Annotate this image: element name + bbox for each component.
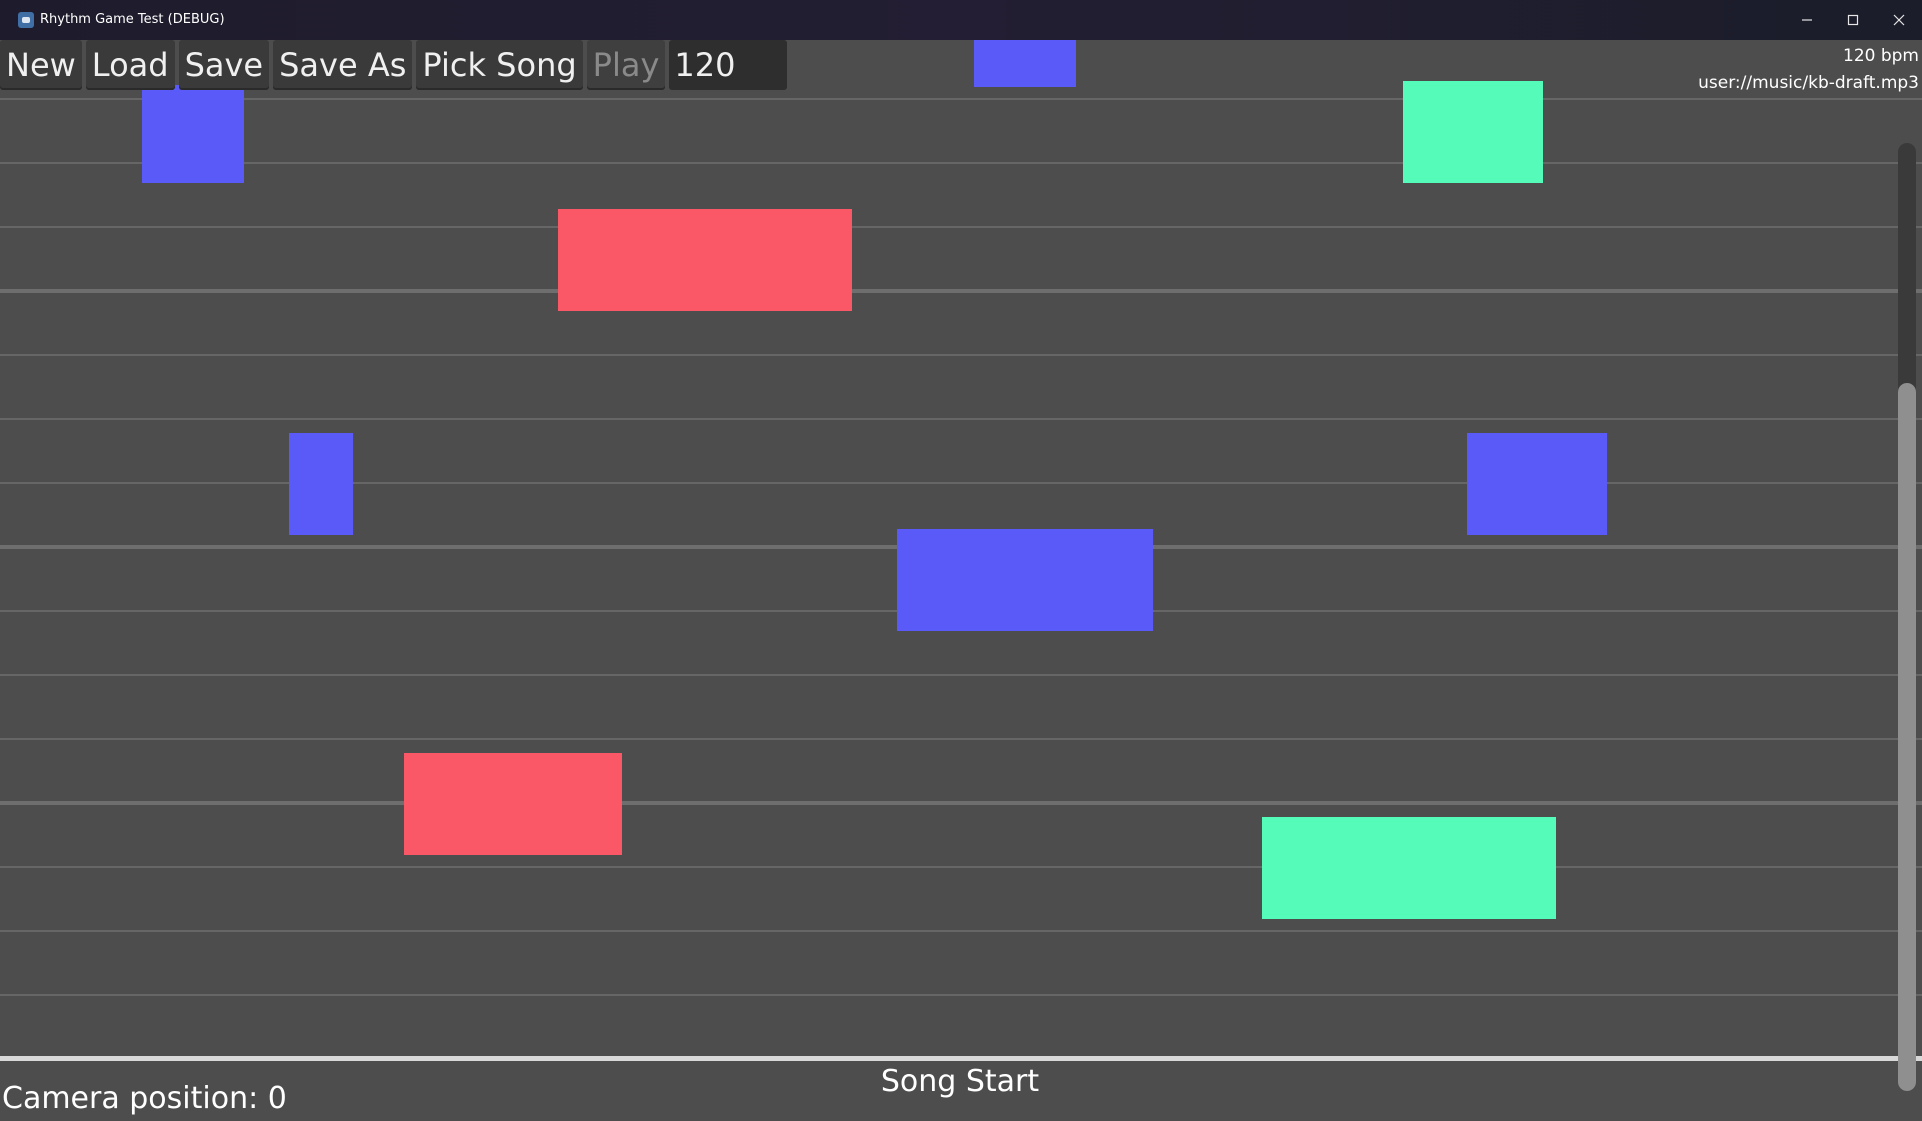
chart-editor-canvas[interactable]: Song Start Camera position: 0 120 bpm us… — [0, 40, 1922, 1121]
beat-line — [0, 674, 1922, 676]
bpm-readout: 120 bpm — [1843, 46, 1919, 66]
save-as-button[interactable]: Save As — [273, 40, 413, 90]
beat-line — [0, 354, 1922, 356]
note-green[interactable] — [1403, 81, 1543, 183]
app-icon — [18, 12, 34, 28]
beat-line — [0, 994, 1922, 996]
note-blue[interactable] — [142, 85, 244, 183]
toolbar: New Load Save Save As Pick Song Play 120 — [0, 40, 788, 90]
beat-line — [0, 418, 1922, 420]
beat-line — [0, 930, 1922, 932]
pick-song-button[interactable]: Pick Song — [416, 40, 583, 90]
measure-line — [0, 289, 1922, 293]
close-icon[interactable] — [1876, 0, 1922, 40]
song-start-label: Song Start — [880, 1064, 1040, 1099]
maximize-icon[interactable] — [1830, 0, 1876, 40]
window-title: Rhythm Game Test (DEBUG) — [40, 12, 225, 27]
note-blue[interactable] — [1467, 433, 1607, 535]
bpm-input[interactable]: 120 — [669, 40, 788, 90]
note-red[interactable] — [404, 753, 622, 855]
measure-line — [0, 801, 1922, 805]
song-start-line — [0, 1056, 1922, 1061]
window-titlebar: Rhythm Game Test (DEBUG) — [0, 0, 1922, 40]
load-button[interactable]: Load — [85, 40, 175, 90]
beat-line — [0, 162, 1922, 164]
scrollbar-thumb[interactable] — [1898, 383, 1916, 1091]
minimize-icon[interactable] — [1784, 0, 1830, 40]
save-button[interactable]: Save — [178, 40, 270, 90]
note-blue[interactable] — [897, 529, 1153, 631]
beat-line — [0, 738, 1922, 740]
note-green[interactable] — [1262, 817, 1556, 919]
note-blue[interactable] — [289, 433, 353, 535]
beat-line — [0, 98, 1922, 100]
note-blue[interactable] — [974, 40, 1076, 87]
song-info: 120 bpm user://music/kb-draft.mp3 — [1698, 43, 1919, 97]
note-red[interactable] — [558, 209, 852, 311]
new-button[interactable]: New — [0, 40, 82, 90]
song-path: user://music/kb-draft.mp3 — [1698, 73, 1919, 93]
camera-position-label: Camera position: 0 — [2, 1081, 287, 1116]
beat-line — [0, 226, 1922, 228]
beat-line — [0, 866, 1922, 868]
play-button[interactable]: Play — [586, 40, 666, 90]
